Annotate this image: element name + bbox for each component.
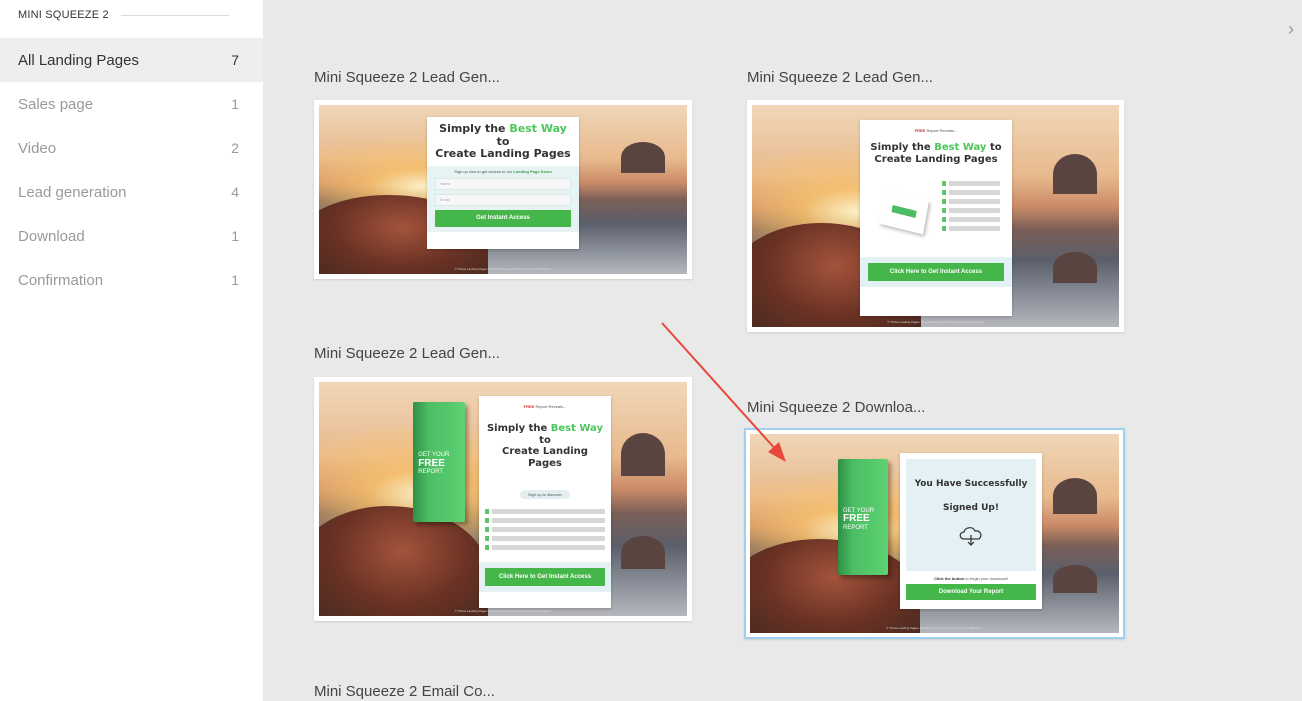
category-all-landing-pages[interactable]: All Landing Pages 7 <box>0 38 263 82</box>
preview-cta-area: Click Here to Get Instant Access <box>479 562 611 592</box>
template-title: Mini Squeeze 2 Downloa... <box>747 399 926 416</box>
preview-download-button: Download Your Report <box>906 584 1036 600</box>
preview-bullet-list <box>485 509 605 550</box>
category-download[interactable]: Download 1 <box>0 214 263 258</box>
template-title: Mini Squeeze 2 Lead Gen... <box>747 69 933 86</box>
preview-bullet-list <box>942 177 1000 235</box>
preview-rock <box>1052 477 1097 514</box>
preview-form-area: Sign up now to get access to our Landing… <box>427 165 579 232</box>
category-count: 1 <box>231 96 239 112</box>
preview-kicker: FREE Report Reveals... <box>523 404 567 409</box>
template-title: Mini Squeeze 2 Email Co... <box>314 683 495 700</box>
preview-ebook-label: GET YOUR FREE REPORT <box>843 507 875 531</box>
template-thumbnail-lead-gen-3[interactable]: GET YOUR FREE REPORT FREE Report Reveals..… <box>314 377 692 621</box>
preview-footer: © Thrive Landing Pages. All rights Reser… <box>454 609 552 613</box>
template-title: Mini Squeeze 2 Lead Gen... <box>314 345 500 362</box>
preview-footer: © Thrive Landing Pages. All rights Reser… <box>887 320 984 324</box>
preview-headline: Simply the Best Way to Create Landing Pag… <box>486 423 604 469</box>
category-count: 1 <box>231 228 239 244</box>
preview-optin-panel: FREE Report Reveals... Simply the Best W… <box>479 396 611 608</box>
category-list: All Landing Pages 7 Sales page 1 Video 2… <box>0 38 263 302</box>
category-lead-generation[interactable]: Lead generation 4 <box>0 170 263 214</box>
preview-ebook-cover: GET YOUR FREE REPORT <box>838 459 888 575</box>
category-label: Lead generation <box>18 183 127 201</box>
category-confirmation[interactable]: Confirmation 1 <box>0 258 263 302</box>
preview-subheadline: Signed Up! <box>943 503 999 514</box>
preview-headline: Simply the Best Way to Create Landing Pag… <box>435 122 571 161</box>
preview-optin-panel: FREE Report Reveals... Simply the Best W… <box>860 120 1012 316</box>
preview-background: FREE Report Reveals... Simply the Best W… <box>752 105 1119 327</box>
preview-name-field: Name <box>435 177 571 190</box>
preview-rock <box>319 506 489 616</box>
category-count: 1 <box>231 272 239 288</box>
preview-body <box>868 173 1004 253</box>
preview-instruction: Click the button to begin your download! <box>934 576 1008 581</box>
cloud-download-icon <box>906 524 1036 553</box>
preview-rock <box>750 539 920 633</box>
preview-headline: You Have Successfully <box>914 479 1028 489</box>
category-count: 7 <box>231 52 239 68</box>
category-sales-page[interactable]: Sales page 1 <box>0 82 263 126</box>
template-thumbnail-lead-gen-1[interactable]: Simply the Best Way to Create Landing Pag… <box>314 100 692 279</box>
template-title: Mini Squeeze 2 Lead Gen... <box>314 69 500 86</box>
category-label: Download <box>18 227 85 245</box>
preview-background: GET YOUR FREE REPORT FREE Report Reveals..… <box>319 382 687 616</box>
sidebar: MINI SQUEEZE 2 All Landing Pages 7 Sales… <box>0 0 263 701</box>
preview-email-field: Email <box>435 193 571 206</box>
preview-rock <box>1052 565 1097 594</box>
preview-rock <box>620 142 665 173</box>
preview-rock <box>1052 153 1097 194</box>
category-label: Confirmation <box>18 271 104 289</box>
category-count: 4 <box>231 184 239 200</box>
close-icon[interactable]: › <box>1288 20 1294 38</box>
category-label: Video <box>18 139 57 157</box>
template-thumbnail-download-selected[interactable]: GET YOUR FREE REPORT You Have Successfully… <box>744 428 1125 639</box>
category-video[interactable]: Video 2 <box>0 126 263 170</box>
preview-optin-panel: Simply the Best Way to Create Landing Pag… <box>427 117 579 249</box>
preview-footer: © Thrive Landing Pages. All rights Reser… <box>454 267 552 271</box>
preview-rock <box>620 536 665 570</box>
preview-footer: © Thrive Landing Pages. All rights Reser… <box>886 626 983 630</box>
template-thumbnail-lead-gen-2[interactable]: FREE Report Reveals... Simply the Best W… <box>747 100 1124 332</box>
category-count: 2 <box>231 140 239 156</box>
preview-kicker: FREE Report Reveals... <box>914 128 958 133</box>
sidebar-title: MINI SQUEEZE 2 <box>18 9 109 21</box>
preview-cta-area: Click Here to Get Instant Access <box>860 257 1012 287</box>
category-label: Sales page <box>18 95 94 113</box>
category-label: All Landing Pages <box>18 51 139 69</box>
preview-success-box: You Have Successfully Signed Up! <box>906 459 1036 571</box>
preview-ebook-cover: GET YOUR FREE REPORT <box>413 402 465 522</box>
preview-confirmation-panel: You Have Successfully Signed Up! Click t… <box>900 453 1042 609</box>
template-gallery: › Mini Squeeze 2 Lead Gen... Simply the … <box>263 9 1302 701</box>
preview-headline: Simply the Best Way to Create Landing Pag… <box>870 142 1002 165</box>
preview-subtext: Sign up now to get access to our Landing… <box>454 168 552 174</box>
sidebar-header: MINI SQUEEZE 2 <box>18 9 229 21</box>
preview-cta-button: Click Here to Get Instant Access <box>868 263 1004 281</box>
preview-ebook-label: GET YOUR FREE REPORT <box>418 452 450 476</box>
preview-background: GET YOUR FREE REPORT You Have Successfully… <box>750 434 1119 633</box>
preview-report-image <box>879 189 929 235</box>
preview-rock <box>1052 251 1097 283</box>
preview-cta-button: Get Instant Access <box>435 209 571 227</box>
preview-cta-button: Click Here to Get Instant Access <box>485 568 605 586</box>
preview-background: Simply the Best Way to Create Landing Pag… <box>319 105 687 274</box>
preview-pill-wrap: Sign up to discover <box>485 483 605 501</box>
preview-rock <box>620 433 665 476</box>
sidebar-divider <box>120 14 229 16</box>
preview-pill: Sign up to discover <box>519 490 571 499</box>
